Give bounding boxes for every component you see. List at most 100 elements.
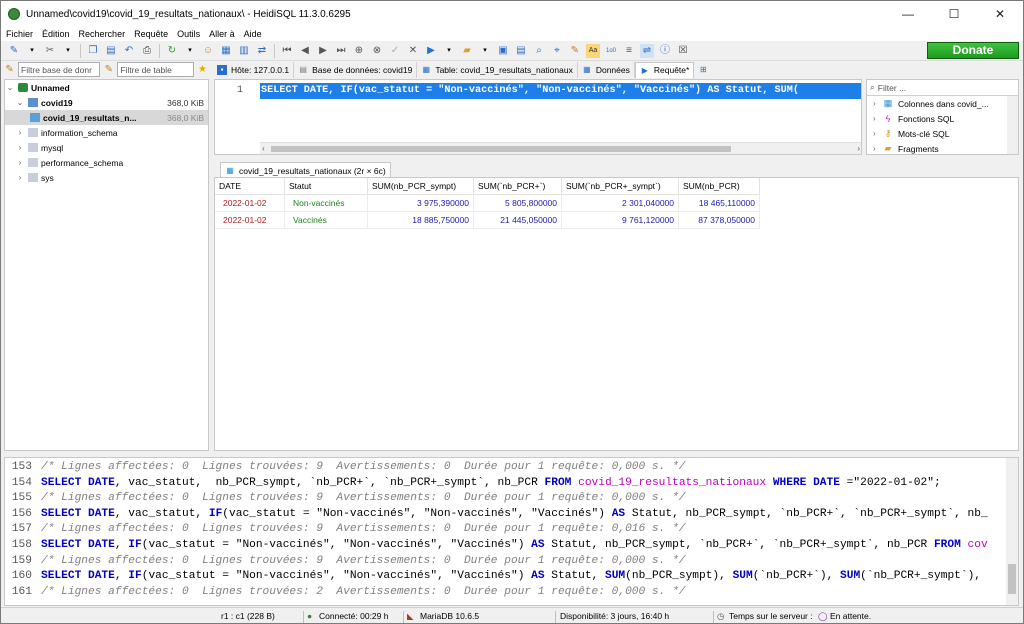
tree-item-mysql[interactable]: › mysql [5,140,208,155]
helper-item-columns[interactable]: › ▦ Colonnes dans covid_... [867,96,1018,111]
table-cell[interactable]: 5 805,800000 [474,195,562,212]
horizontal-scrollbar[interactable]: ‹ › [260,142,861,154]
open-folder-icon[interactable]: ▰ [460,44,474,58]
table-cell[interactable]: 3 975,390000 [368,195,474,212]
column-header-statut[interactable]: Statut [285,178,368,195]
tree-item-performance-schema[interactable]: › performance_schema [5,155,208,170]
column-header-sum-pcr-plus[interactable]: SUM(`nb_PCR+`) [474,178,562,195]
log-line[interactable]: 160 SELECT DATE, IF(vac_statut = "Non-vac… [5,569,1005,585]
new-query-tab-button[interactable]: ⊞ [694,62,716,78]
delete-record-icon[interactable]: ⊗ [370,44,384,58]
table-filter-input[interactable]: Filtre de table [117,62,194,77]
dropdown-arrow-icon[interactable]: ▾ [25,44,39,58]
expand-icon[interactable]: › [873,129,883,138]
save-snippet-icon[interactable]: ▤ [514,44,528,58]
indent-icon[interactable]: ≡ [622,44,636,58]
expand-icon[interactable]: › [15,173,25,182]
log-line[interactable]: 158 SELECT DATE, IF(vac_statut = "Non-vac… [5,538,1005,554]
table-cell[interactable]: Non-vaccinés [285,195,368,212]
log-line[interactable]: 161 /* Lignes affectées: 0 Lignes trouvée… [5,585,1005,601]
tab-host[interactable]: ▪ Hôte: 127.0.0.1 [213,61,295,78]
menu-rechercher[interactable]: Rechercher [74,29,130,39]
table-cell[interactable]: 87 378,050000 [679,212,760,229]
undo-icon[interactable]: ↶ [122,44,136,58]
menu-edition[interactable]: Édition [37,29,74,39]
helper-item-snippets[interactable]: › ▰ Fragments [867,141,1018,154]
run-query-icon[interactable]: ▶ [424,44,438,58]
column-header-sum-pcr[interactable]: SUM(nb_PCR) [679,178,760,195]
wrap-icon[interactable]: ⇌ [640,43,654,58]
expand-icon[interactable]: › [15,158,25,167]
case-toggle-icon[interactable]: Aa [586,43,600,58]
table-cell[interactable]: 2022-01-02 [215,195,285,212]
menu-aide[interactable]: Aide [239,29,266,39]
collapse-icon[interactable]: ⌄ [15,98,25,107]
log-line[interactable]: 153 /* Lignes affectées: 0 Lignes trouvée… [5,460,1005,476]
table-cell[interactable]: 2022-01-02 [215,212,285,229]
close-button[interactable]: ✕ [977,1,1023,27]
expand-icon[interactable]: › [873,144,883,153]
expand-icon[interactable]: › [873,99,883,108]
log-line[interactable]: 159 /* Lignes affectées: 0 Lignes trouvée… [5,554,1005,570]
expand-icon[interactable]: › [15,128,25,137]
exit-icon[interactable]: ☒ [676,44,690,58]
tree-session-unnamed[interactable]: ⌄ Unnamed [5,80,208,95]
print-icon[interactable]: ⎙ [140,44,154,58]
refresh-icon[interactable]: ↻ [165,44,179,58]
log-line[interactable]: 155 /* Lignes affectées: 0 Lignes trouvée… [5,491,1005,507]
helper-filter-input[interactable]: ⌕ Filter ... [867,80,1018,96]
table-cell[interactable]: 9 761,120000 [562,212,679,229]
expand-icon[interactable]: › [873,114,883,123]
format-sql-icon[interactable]: ✎ [568,44,582,58]
disconnect-icon[interactable]: ✂ [43,44,57,58]
insert-record-icon[interactable]: ⊕ [352,44,366,58]
table-cell[interactable]: 2 301,040000 [562,195,679,212]
dropdown-arrow-icon[interactable]: ▾ [61,44,75,58]
dropdown-arrow-icon[interactable]: ▾ [183,44,197,58]
find-icon[interactable]: ⌕ [532,44,546,58]
sql-editor[interactable]: 1 SELECT DATE, IF(vac_statut = "Non-vacc… [214,79,862,155]
user-manager-icon[interactable]: ☺ [201,44,215,58]
info-icon[interactable]: ⓘ [658,44,672,58]
sync-icon[interactable]: ⇄ [255,44,269,58]
tree-item-sys[interactable]: › sys [5,170,208,185]
maximize-button[interactable]: ☐ [931,1,977,27]
copy-icon[interactable]: ❐ [86,44,100,58]
helper-item-functions[interactable]: › ϟ Fonctions SQL [867,111,1018,126]
collapse-icon[interactable]: ⌄ [5,83,15,92]
tree-item-information-schema[interactable]: › information_schema [5,125,208,140]
dropdown-arrow-icon[interactable]: ▾ [442,44,456,58]
tree-item-covid19[interactable]: ⌄ covid19 368,0 KiB [5,95,208,110]
tab-table[interactable]: ▦ Table: covid_19_resultats_nationaux [417,61,578,78]
table-cell[interactable]: 18 885,750000 [368,212,474,229]
scroll-right-icon[interactable]: › [857,144,860,153]
helper-vertical-scrollbar[interactable] [1007,96,1018,154]
cancel-record-icon[interactable]: ✕ [406,44,420,58]
column-header-date[interactable]: DATE [215,178,285,195]
table-cell[interactable]: 21 445,050000 [474,212,562,229]
binary-icon[interactable]: 1o0 [604,44,618,58]
session-manager-icon[interactable]: ✎ [7,44,21,58]
table-cell[interactable]: 18 465,110000 [679,195,760,212]
post-record-icon[interactable]: ✓ [388,44,402,58]
menu-requete[interactable]: Requête [129,29,172,39]
previous-record-icon[interactable]: ◀ [298,44,312,58]
maintenance-icon[interactable]: ▦ [219,44,233,58]
menu-outils[interactable]: Outils [172,29,204,39]
donate-button[interactable]: Donate [927,42,1019,59]
first-record-icon[interactable]: ⏮ [280,44,294,58]
tab-data[interactable]: ▦ Données [578,61,635,78]
tab-database[interactable]: ▤ Base de données: covid19 [294,61,418,78]
result-tab[interactable]: ▦ covid_19_resultats_nationaux (2r × 6c) [220,162,391,178]
last-record-icon[interactable]: ⏭ [334,44,348,58]
column-header-sum-pcr-plus-sympt[interactable]: SUM(`nb_PCR+_sympt`) [562,178,679,195]
log-vertical-scrollbar[interactable] [1006,458,1018,605]
scroll-left-icon[interactable]: ‹ [262,144,265,153]
export-icon[interactable]: ▥ [237,44,251,58]
minimize-button[interactable]: — [885,1,931,27]
log-line[interactable]: 156 SELECT DATE, vac_statut, IF(vac_statu… [5,507,1005,523]
column-header-sum-pcr-sympt[interactable]: SUM(nb_PCR_sympt) [368,178,474,195]
menu-fichier[interactable]: Fichier [1,29,37,39]
save-icon[interactable]: ▣ [496,44,510,58]
tree-item-table-selected[interactable]: covid_19_resultats_n... 368,0 KiB [5,110,208,125]
